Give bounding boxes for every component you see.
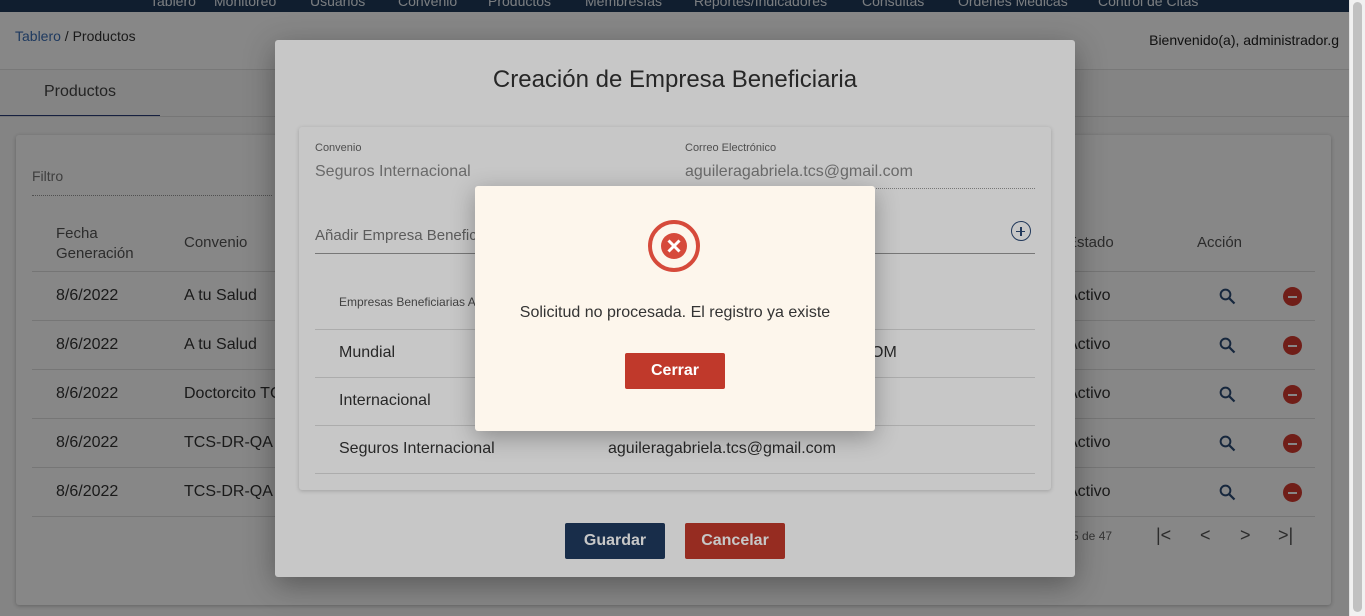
page-scrollbar[interactable] xyxy=(1349,0,1365,616)
close-button[interactable]: Cerrar xyxy=(625,353,725,389)
error-x-circle-icon xyxy=(648,220,700,272)
alert-message: Solicitud no procesada. El registro ya e… xyxy=(519,304,831,321)
scrollbar-thumb[interactable] xyxy=(1353,2,1362,612)
error-alert: Solicitud no procesada. El registro ya e… xyxy=(475,186,875,431)
